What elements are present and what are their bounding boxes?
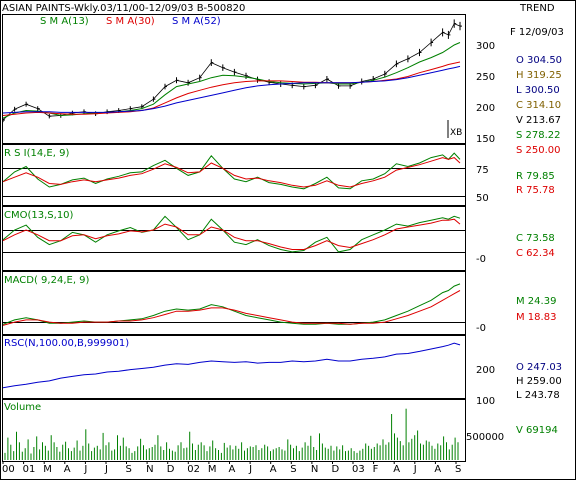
readout-low: L 300.50 xyxy=(516,85,560,96)
price-tick-150: 150 xyxy=(476,134,495,145)
volume-title: Volume xyxy=(4,402,41,413)
legend-sma30: S M A(30) xyxy=(106,16,155,27)
rsc-readout-high: H 259.00 xyxy=(516,376,562,387)
x-tick-label: A xyxy=(270,464,277,475)
x-tick-label: 03 xyxy=(352,464,365,475)
x-tick-label: A xyxy=(64,464,71,475)
rsc-title: RSC(N,100.00,B,999901) xyxy=(4,338,129,349)
x-tick-label: A xyxy=(434,464,441,475)
macd-readout-red: M 18.83 xyxy=(516,312,556,323)
rsi-tick-50: 50 xyxy=(476,193,489,204)
rsi-title: R S I(14,E, 9) xyxy=(4,148,69,159)
x-tick-label: D xyxy=(167,464,175,475)
trend-label: TREND xyxy=(519,3,555,14)
x-tick-label: J xyxy=(104,464,108,475)
cmo-readout-green: C 73.58 xyxy=(516,233,555,244)
readout-volume: V 213.67 xyxy=(516,115,561,126)
readout-sma13: S 278.22 xyxy=(516,130,561,141)
x-tick-label: A xyxy=(393,464,400,475)
rsi-tick-75: 75 xyxy=(476,165,489,176)
x-tick-label: 02 xyxy=(187,464,200,475)
volume-tick-500000: 500000 xyxy=(466,432,504,443)
x-tick-label: D xyxy=(332,464,340,475)
x-tick-label: S xyxy=(126,464,132,475)
x-tick-label: M xyxy=(208,464,217,475)
cmo-readout-red: C 62.34 xyxy=(516,248,555,259)
x-tick-label: 00 xyxy=(2,464,15,475)
legend-sma13: S M A(13) xyxy=(40,16,89,27)
volume-readout: V 69194 xyxy=(516,425,558,436)
price-tick-300: 300 xyxy=(476,41,495,52)
rsc-readout-open: O 247.03 xyxy=(516,362,562,373)
xb-label: XB xyxy=(450,128,462,138)
cmo-tick-zero: -0 xyxy=(476,254,486,265)
x-tick-label: J xyxy=(248,464,252,475)
readout-sma30: S 250.00 xyxy=(516,145,561,156)
x-tick-label: A xyxy=(229,464,236,475)
price-tick-250: 250 xyxy=(476,72,495,83)
x-tick-label: 01 xyxy=(23,464,36,475)
x-tick-label: N xyxy=(146,464,153,475)
x-tick-label: J xyxy=(83,464,87,475)
rsc-tick-200: 200 xyxy=(476,365,495,376)
rsc-tick-100: 100 xyxy=(476,396,495,407)
rsi-readout-green: R 79.85 xyxy=(516,171,555,182)
x-tick-label: S xyxy=(455,464,461,475)
x-tick-label: F xyxy=(373,464,379,475)
rsc-readout-low: L 243.78 xyxy=(516,390,560,401)
x-tick-label: J xyxy=(413,464,417,475)
technical-chart: ASIAN PAINTS-Wkly.03/11/00-12/09/03 B-50… xyxy=(0,0,576,480)
legend-sma52: S M A(52) xyxy=(172,16,221,27)
chart-title: ASIAN PAINTS-Wkly.03/11/00-12/09/03 B-50… xyxy=(2,3,245,14)
readout-open: O 304.50 xyxy=(516,55,562,66)
macd-tick-zero: -0 xyxy=(476,323,486,334)
cmo-title: CMO(13,S,10) xyxy=(4,210,74,221)
readout-close: C 314.10 xyxy=(516,100,561,111)
macd-readout-green: M 24.39 xyxy=(516,296,556,307)
readout-date: F 12/09/03 xyxy=(510,27,564,38)
rsi-readout-red: R 75.78 xyxy=(516,185,555,196)
price-tick-200: 200 xyxy=(476,103,495,114)
x-tick-label: N xyxy=(311,464,318,475)
x-tick-label: S xyxy=(290,464,296,475)
macd-title: MACD( 9,24,E, 9) xyxy=(4,275,90,286)
x-tick-label: M xyxy=(43,464,52,475)
readout-high: H 319.25 xyxy=(516,70,562,81)
